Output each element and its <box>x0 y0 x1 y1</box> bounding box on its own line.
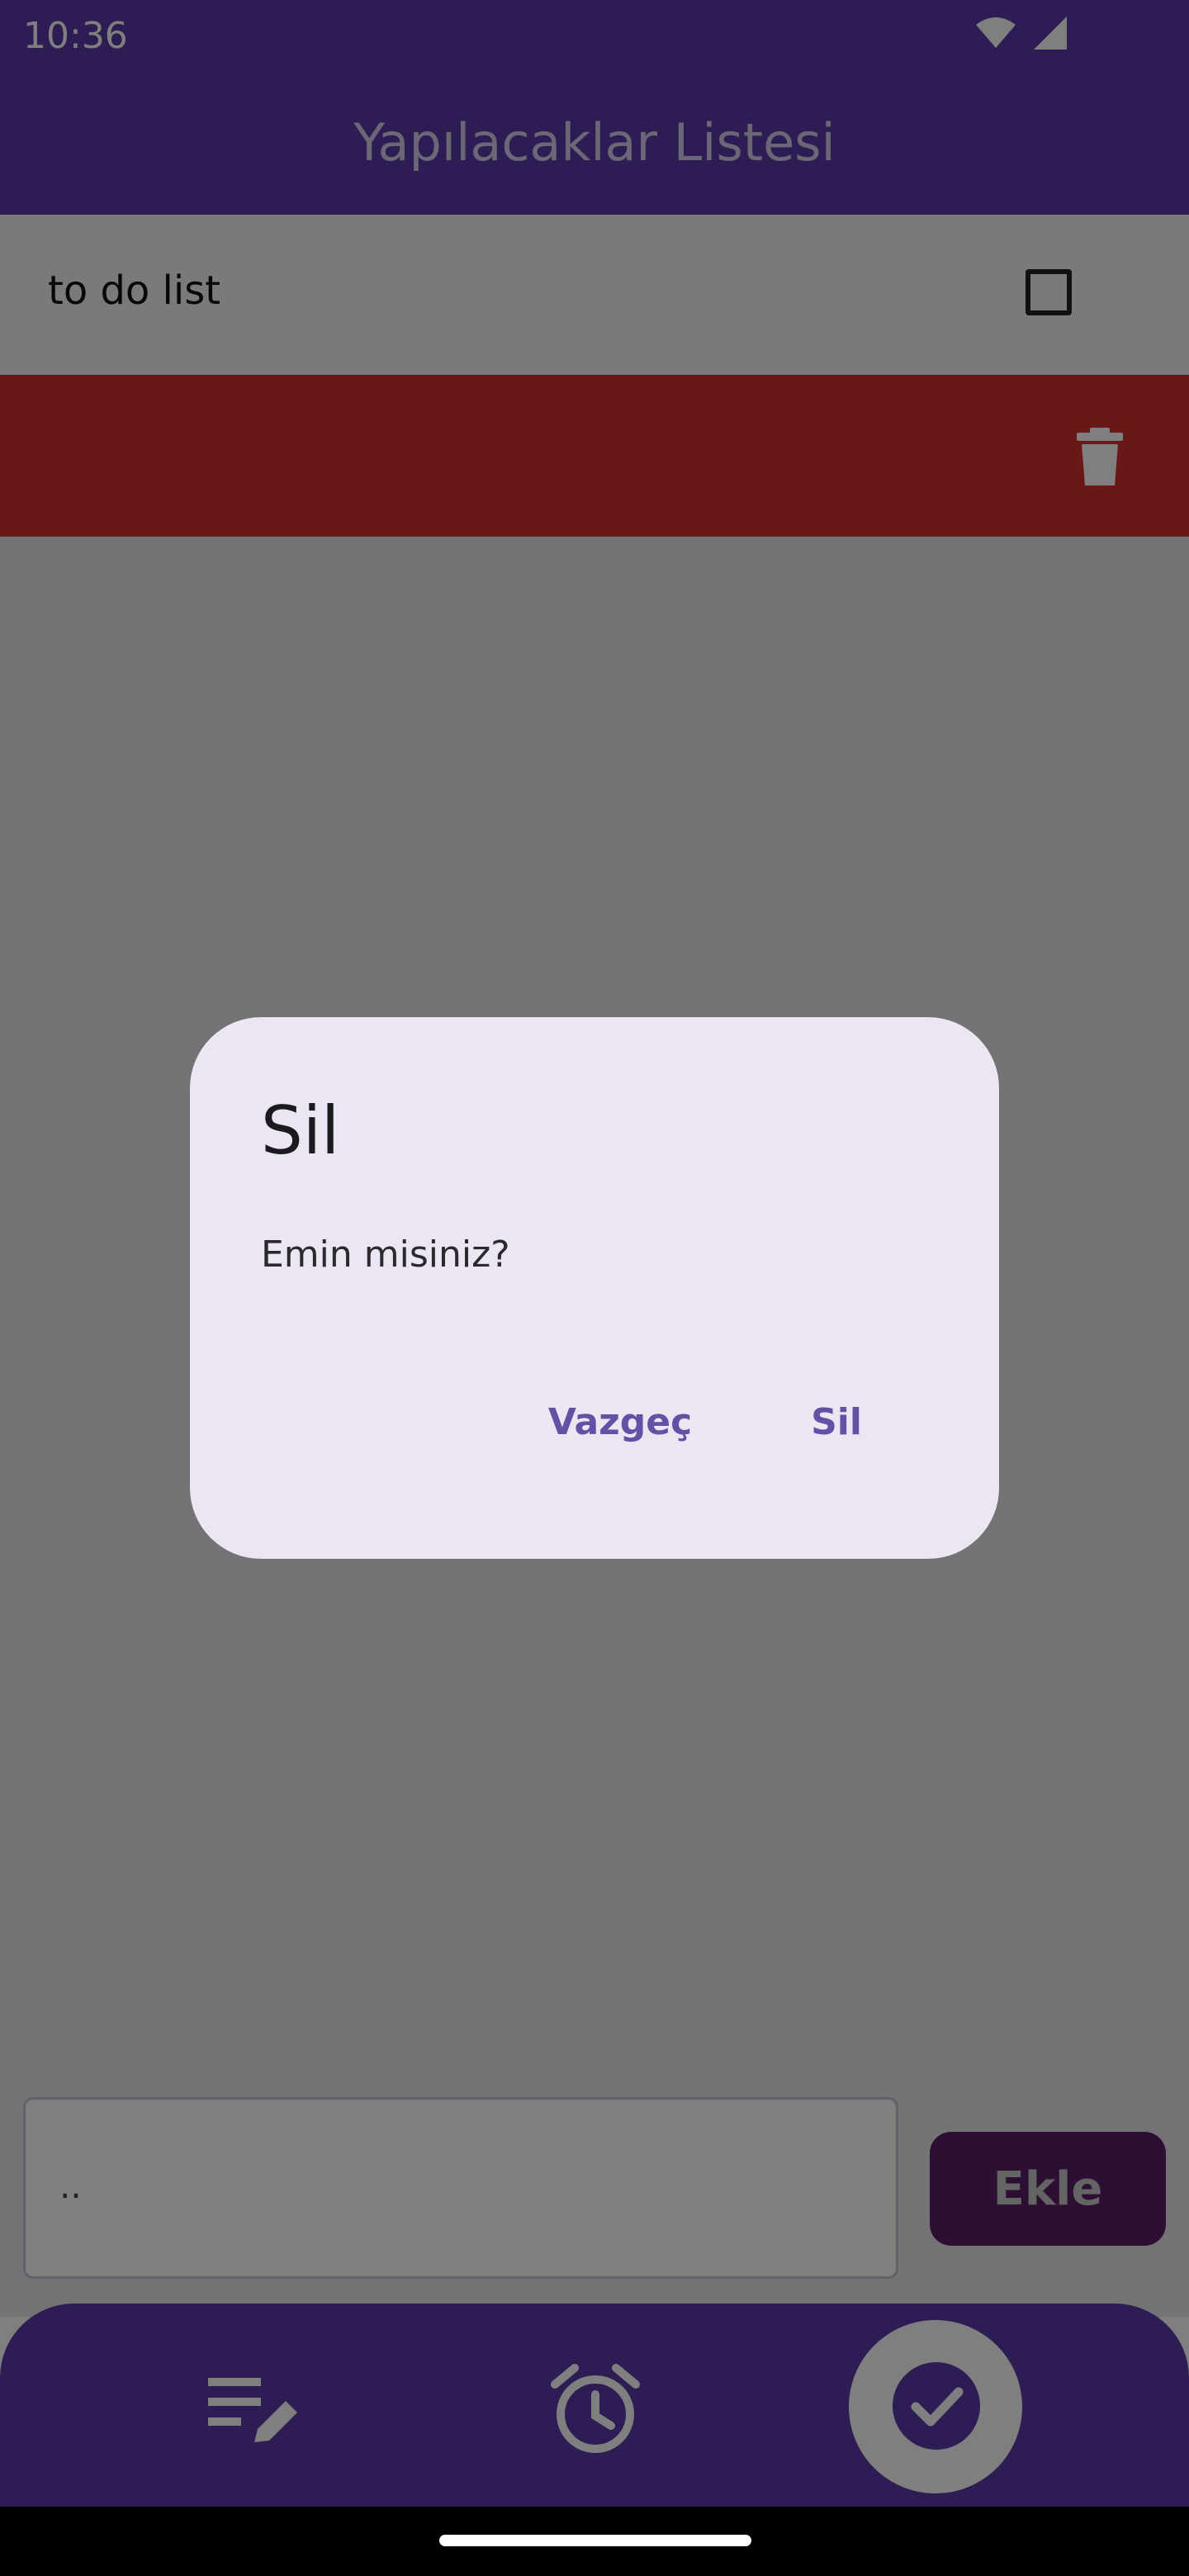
dialog-message: Emin misiniz? <box>261 1234 510 1276</box>
dialog-title: Sil <box>261 1092 340 1169</box>
confirm-delete-button[interactable]: Sil <box>784 1390 888 1453</box>
gesture-handle[interactable] <box>439 2535 751 2546</box>
cancel-button[interactable]: Vazgeç <box>528 1390 712 1453</box>
